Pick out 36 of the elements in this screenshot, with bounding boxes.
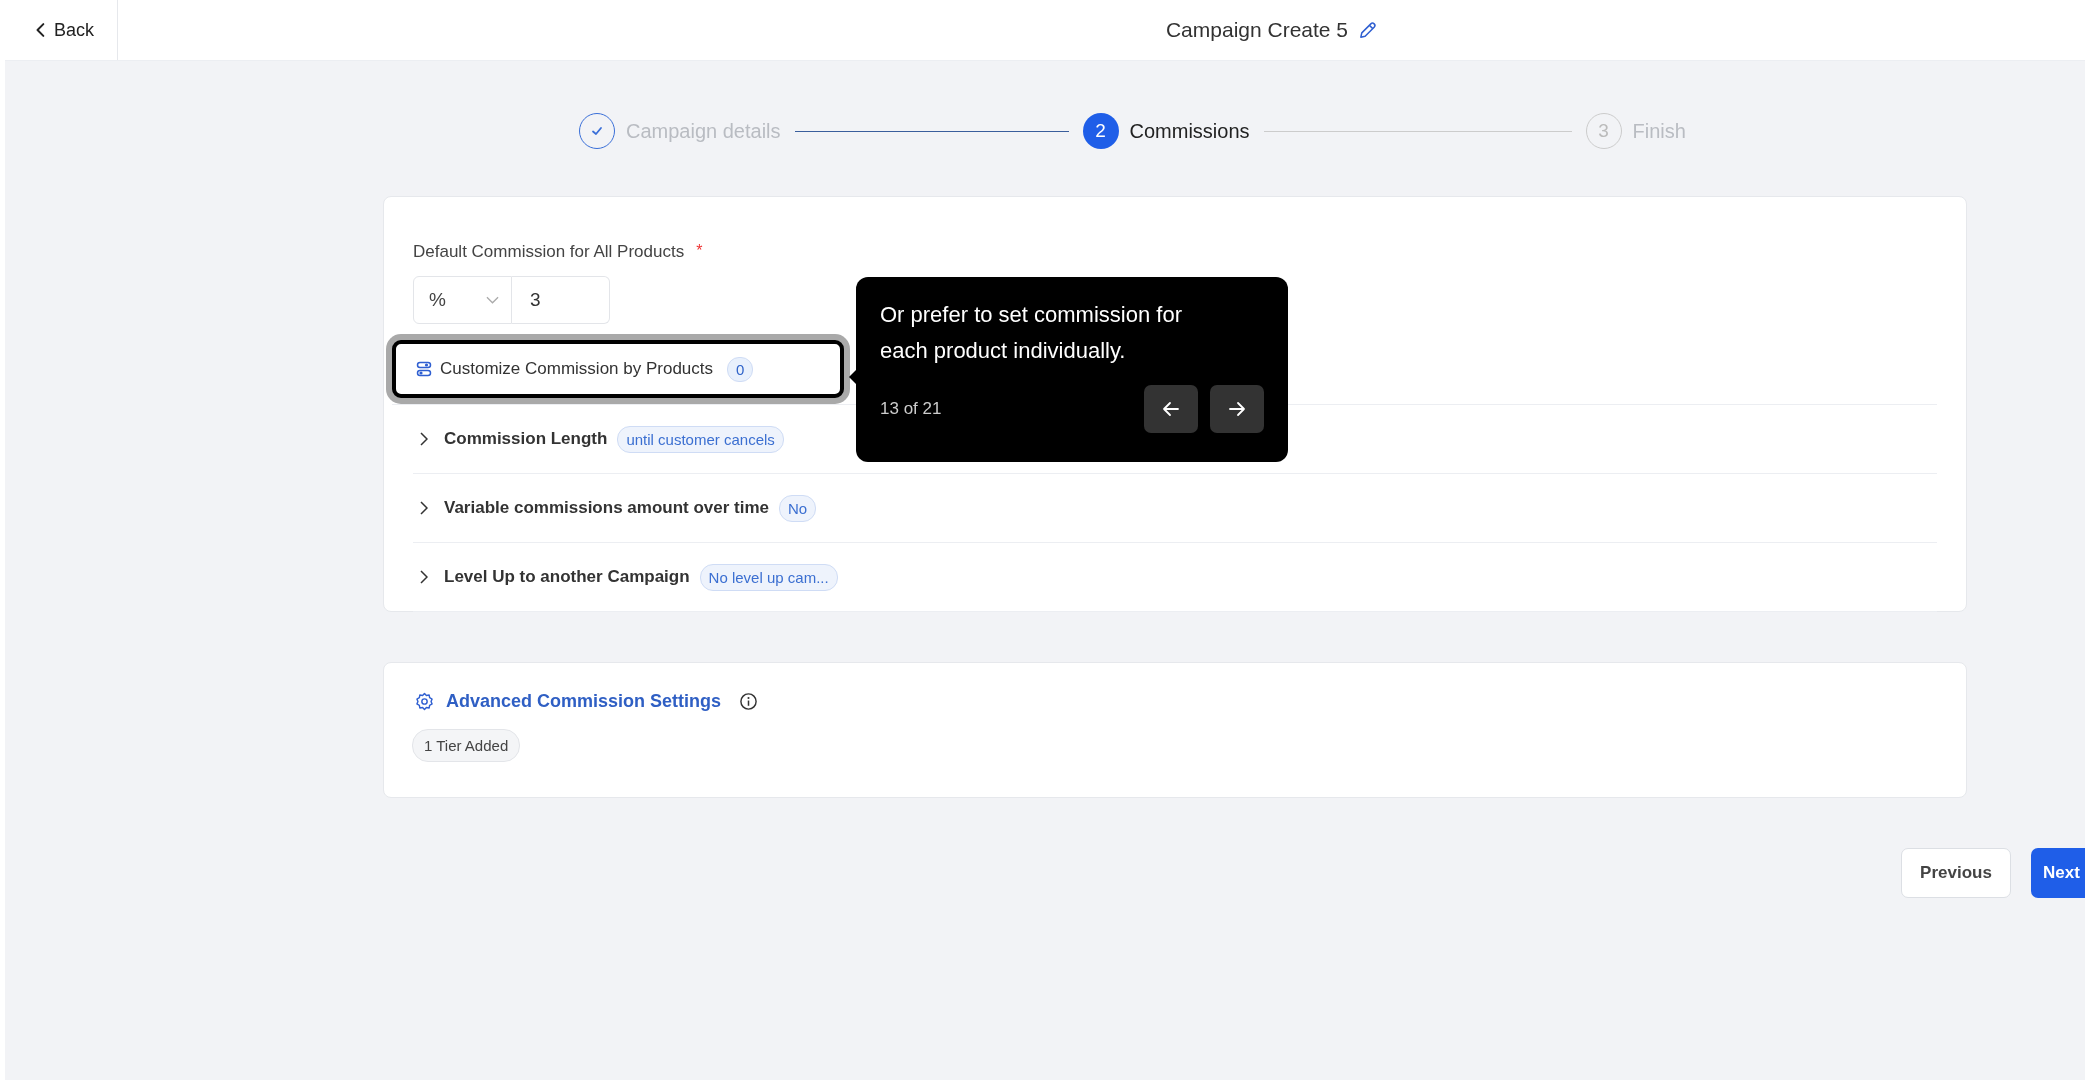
pencil-icon[interactable] xyxy=(1358,20,1378,40)
check-icon xyxy=(590,124,604,138)
chevron-down-icon xyxy=(486,296,499,304)
step-indicator: 2 xyxy=(1082,113,1119,149)
section-title[interactable]: Commission Length xyxy=(444,429,608,449)
count-badge: 0 xyxy=(727,356,754,382)
arrow-right-icon xyxy=(1228,401,1246,417)
tooltip-text: Or prefer to set commission for each product individually. xyxy=(880,301,1183,365)
advanced-settings-link[interactable]: Advanced Commission Settings xyxy=(446,691,722,712)
page-title: Campaign Create 5 xyxy=(1165,18,1349,42)
previous-step-button[interactable] xyxy=(1144,385,1198,433)
section-tag: No level up cam... xyxy=(699,563,838,591)
settings-icon xyxy=(415,692,434,711)
section-tag: until customer cancels xyxy=(617,425,784,453)
tier-badge: 1 Tier Added xyxy=(412,729,521,762)
info-icon[interactable] xyxy=(739,692,759,711)
next-button[interactable]: Next xyxy=(2031,848,2085,898)
chevron-right-icon[interactable] xyxy=(420,432,428,446)
chevron-right-icon[interactable] xyxy=(420,501,428,515)
step-label: Campaign details xyxy=(626,119,781,143)
required-mark: * xyxy=(696,242,703,261)
type-select[interactable]: % xyxy=(413,276,512,324)
step-counter: 13 of 21 xyxy=(880,399,942,419)
field-label: Default Commission for All Products xyxy=(413,242,685,262)
toggles-icon xyxy=(416,361,432,377)
next-step-button[interactable] xyxy=(1210,385,1264,433)
previous-button[interactable]: Previous xyxy=(1901,848,2011,898)
step-label: Commissions xyxy=(1129,119,1250,143)
step-label: Finish xyxy=(1632,119,1686,143)
chevron-left-icon xyxy=(35,22,45,38)
arrow-left-icon xyxy=(1162,401,1180,417)
section-tag: No xyxy=(779,494,817,522)
chevron-right-icon[interactable] xyxy=(420,570,428,584)
amount-input[interactable]: 3 xyxy=(512,276,610,324)
section-title[interactable]: Level Up to another Campaign xyxy=(444,567,690,587)
section-title[interactable]: Variable commissions amount over time xyxy=(444,498,769,518)
